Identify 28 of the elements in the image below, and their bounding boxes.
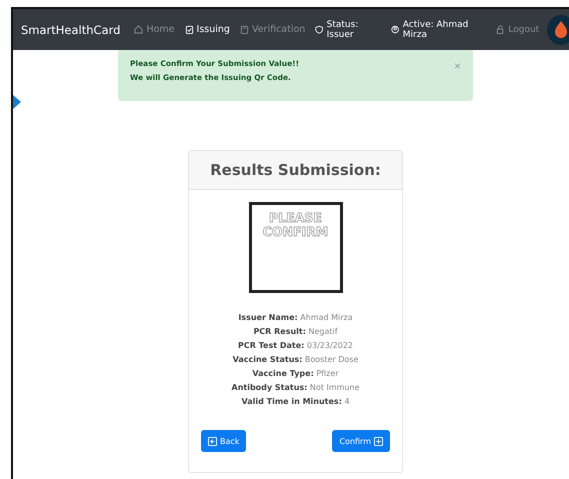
detail-line: Vaccine Type: Pfizer: [252, 368, 339, 379]
nav-link[interactable]: Verification: [240, 24, 306, 35]
detail-line: Valid Time in Minutes: 4: [241, 396, 350, 407]
clipboard-icon: [184, 25, 194, 34]
card-title: Results Submission:: [189, 151, 402, 190]
arrow-left-icon: [208, 436, 217, 446]
detail-line: PCR Result: Negatif: [253, 326, 338, 337]
placeholder-text: PLEASE: [269, 211, 322, 225]
placeholder-text: CONFIRM: [262, 224, 328, 238]
nav-link[interactable]: Issuing: [184, 24, 230, 35]
lock-icon: [496, 25, 506, 34]
clipboard-icon: [240, 25, 249, 34]
detail-line: PCR Test Date: 03/23/2022: [238, 340, 353, 351]
active-user-label: Active: Ahmad Mirza: [391, 20, 488, 40]
home-icon: [134, 25, 144, 34]
back-button[interactable]: Back: [201, 430, 246, 452]
triangle-icon[interactable]: [13, 95, 21, 109]
detail-line: Vaccine Status: Booster Dose: [232, 354, 358, 365]
nav-link[interactable]: Home: [134, 24, 175, 35]
plus-icon: [374, 436, 383, 446]
logout-link[interactable]: Logout: [496, 24, 540, 34]
detail-line: Antibody Status: Not Immune: [232, 382, 360, 393]
shield-icon: [315, 25, 324, 34]
avatar[interactable]: [547, 14, 569, 44]
brand-name[interactable]: SmartHealthCard: [21, 22, 120, 36]
detail-line: Issuer Name: Ahmad Mirza: [238, 312, 353, 323]
status-label: Status: Issuer: [315, 20, 384, 40]
confirm-button[interactable]: Confirm: [332, 430, 390, 452]
